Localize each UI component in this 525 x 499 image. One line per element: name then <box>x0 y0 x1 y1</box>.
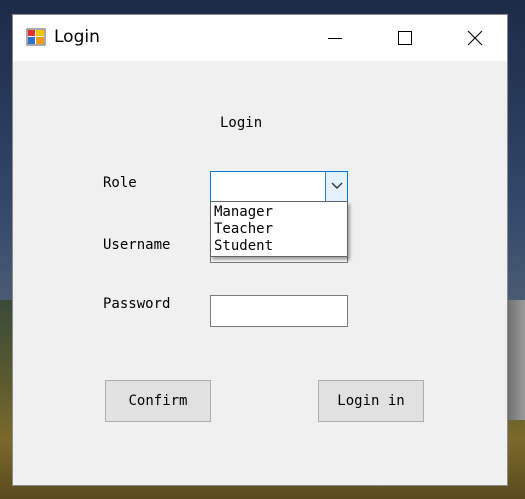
maximize-button[interactable] <box>370 15 440 61</box>
minimize-icon <box>328 38 342 39</box>
title-bar[interactable]: Login <box>13 15 507 61</box>
close-icon <box>467 30 483 46</box>
confirm-button[interactable]: Confirm <box>105 380 211 422</box>
chevron-down-icon <box>331 182 343 189</box>
minimize-button[interactable] <box>300 15 370 61</box>
app-icon <box>26 28 46 46</box>
role-combobox[interactable] <box>210 171 348 202</box>
role-label: Role <box>103 175 137 191</box>
window-title: Login <box>54 27 100 47</box>
maximize-icon <box>398 31 412 45</box>
role-dropdown-list: Manager Teacher Student <box>210 201 348 257</box>
close-button[interactable] <box>440 15 510 61</box>
password-input[interactable] <box>211 296 349 324</box>
password-label: Password <box>103 296 171 312</box>
role-option-student[interactable]: Student <box>214 237 273 255</box>
login-in-button[interactable]: Login in <box>318 380 424 422</box>
desktop-building <box>505 300 525 420</box>
username-label: Username <box>103 237 171 253</box>
role-option-manager[interactable]: Manager <box>214 203 273 221</box>
password-field[interactable] <box>210 295 349 327</box>
role-option-teacher[interactable]: Teacher <box>214 220 273 238</box>
role-dropdown-button[interactable] <box>325 172 347 201</box>
login-window: Login Login Role Username Password Manag… <box>12 14 508 486</box>
form-heading: Login <box>220 115 263 131</box>
